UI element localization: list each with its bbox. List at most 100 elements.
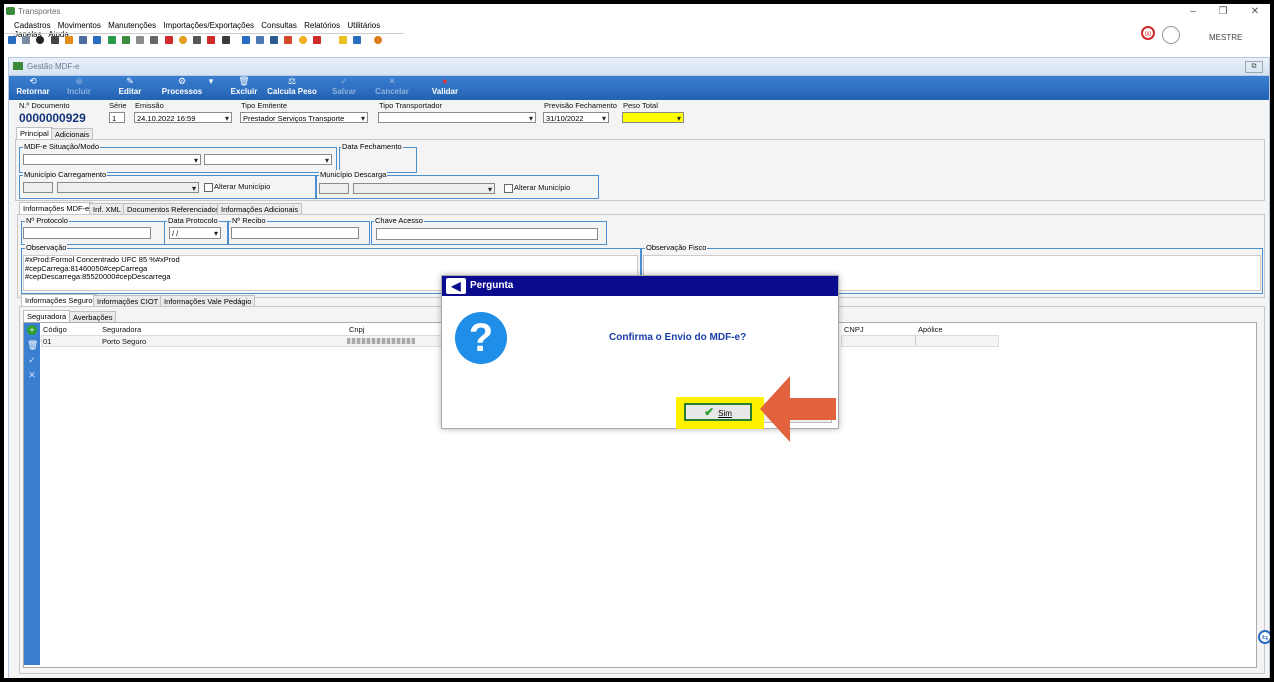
restore-button[interactable]: ❐	[1208, 5, 1238, 19]
menu-relatorios[interactable]: Relatórios	[304, 21, 340, 30]
menu-movimentos[interactable]: Movimentos	[58, 21, 101, 30]
chart-bar-icon[interactable]	[284, 35, 293, 44]
truck-icon[interactable]	[50, 35, 59, 44]
validar-label: Validar	[431, 87, 459, 96]
calcula-peso-button[interactable]: ⚖ Calcula Peso	[267, 76, 317, 100]
data-protocolo-value: / /	[172, 229, 179, 238]
retornar-button[interactable]: ⟲ Retornar	[15, 76, 51, 100]
tab-informacoes-seguro[interactable]: Informações Seguro	[21, 294, 97, 306]
tab-informacoes-mdfe[interactable]: Informações MDF-e	[19, 202, 94, 214]
salvar-button[interactable]: ✓ Salvar	[329, 76, 359, 100]
calc-icon[interactable]	[241, 35, 250, 44]
municipio-descarga-label: Município Descarga	[319, 170, 388, 179]
clock-icon[interactable]	[178, 35, 187, 44]
menu-importacoes[interactable]: Importações/Exportações	[163, 21, 254, 30]
scale-icon[interactable]	[136, 35, 145, 44]
municipio-carregamento-select[interactable]	[57, 182, 199, 194]
mic-icon[interactable]	[164, 35, 173, 44]
alterar-municipio-carregamento-checkbox[interactable]	[204, 183, 213, 192]
tipo-emitente-select[interactable]: Prestador Serviços Transporte	[240, 112, 368, 124]
power-icon[interactable]	[373, 35, 382, 44]
table-row[interactable]	[841, 335, 999, 347]
close-button[interactable]: ✕	[1240, 5, 1270, 19]
n-recibo-label: Nº Recibo	[231, 216, 267, 225]
tab-principal[interactable]: Principal	[16, 127, 53, 139]
sim-button[interactable]: ✔ Sim	[684, 403, 752, 421]
user-avatar-icon[interactable]	[1162, 26, 1180, 44]
municipio-carregamento-code[interactable]	[23, 182, 53, 193]
menu-consultas[interactable]: Consultas	[261, 21, 297, 30]
mdfe-situacao-select[interactable]	[23, 154, 201, 166]
list-icon[interactable]	[79, 35, 88, 44]
tipo-emitente-label: Tipo Emitente	[241, 101, 287, 110]
cancelar-button[interactable]: ✕ Cancelar	[375, 76, 409, 100]
disc-icon[interactable]	[36, 35, 45, 44]
processos-dropdown[interactable]: ▾	[207, 76, 215, 100]
observacao-label: Observação	[25, 243, 68, 252]
n-recibo-input[interactable]	[231, 227, 359, 239]
bank-icon[interactable]	[270, 35, 279, 44]
previsao-fechamento-label: Previsão Fechamento	[544, 101, 617, 110]
chevron-down-icon: ▾	[208, 76, 214, 86]
chave-acesso-input[interactable]	[376, 228, 598, 240]
table-icon[interactable]	[255, 35, 264, 44]
chart-icon[interactable]	[121, 35, 130, 44]
report-icon[interactable]	[312, 35, 321, 44]
previsao-fechamento-input[interactable]: 31/10/2022	[543, 112, 609, 124]
incluir-button[interactable]: ⊕ Incluir	[63, 76, 95, 100]
add-row-icon[interactable]: +	[27, 325, 37, 335]
emissao-value: 24.10.2022 16:59	[137, 114, 196, 123]
municipio-carregamento-label: Município Carregamento	[23, 170, 108, 179]
excluir-label: Excluir	[230, 87, 258, 96]
window-title: Gestão MDF-e	[27, 62, 80, 71]
emissao-input[interactable]: 24.10.2022 16:59	[134, 112, 232, 124]
excluir-button[interactable]: 🗑 Excluir	[229, 76, 259, 100]
serie-input[interactable]: 1	[109, 112, 125, 123]
data-protocolo-input[interactable]: / /	[169, 227, 221, 239]
alterar-municipio-carregamento-label: Alterar Município	[214, 182, 271, 191]
menu-cadastros[interactable]: Cadastros	[14, 21, 50, 30]
processos-button[interactable]: ⚙ Processos	[159, 76, 205, 100]
folder-icon[interactable]	[8, 35, 16, 44]
tab-seguradora[interactable]: Seguradora	[23, 310, 71, 322]
doc-icon[interactable]	[93, 35, 102, 44]
car-icon[interactable]	[193, 35, 202, 44]
scroll-sync-icon[interactable]: ⇆	[1258, 630, 1270, 644]
scale-icon: ⚖	[287, 76, 297, 86]
confirm-row-icon[interactable]: ✓	[27, 355, 37, 365]
notification-count: 00	[1144, 32, 1152, 38]
box-icon[interactable]	[64, 35, 73, 44]
smile-icon[interactable]	[298, 35, 307, 44]
trash-row-icon[interactable]: 🗑	[27, 340, 38, 350]
cancel-row-icon[interactable]: ✕	[27, 370, 37, 380]
municipio-descarga-code[interactable]	[319, 183, 349, 194]
editar-label: Editar	[118, 87, 142, 96]
alterar-municipio-descarga-checkbox[interactable]	[504, 184, 513, 193]
validar-button[interactable]: ● Validar	[429, 76, 461, 100]
peso-total-input[interactable]	[622, 112, 684, 124]
cancel-icon: ✕	[388, 76, 396, 86]
mdfe-modo-select[interactable]	[204, 154, 332, 166]
window-icon[interactable]	[353, 35, 362, 44]
window-restore-button[interactable]: ⧉	[1245, 61, 1263, 73]
printer-icon[interactable]	[150, 35, 159, 44]
arrow-icon[interactable]	[221, 35, 230, 44]
menu-utilitarios[interactable]: Utilitários	[347, 21, 380, 30]
municipio-descarga-select[interactable]	[353, 183, 495, 195]
column-divider	[915, 335, 916, 345]
emissao-label: Emissão	[135, 101, 164, 110]
tools-icon[interactable]	[22, 35, 31, 44]
notification-bell-icon[interactable]: 00	[1141, 26, 1155, 40]
incluir-label: Incluir	[66, 87, 91, 96]
refresh-icon[interactable]	[107, 35, 116, 44]
tipo-transportador-select[interactable]	[378, 112, 536, 124]
column-codigo: Código	[43, 325, 67, 334]
minimize-button[interactable]: –	[1178, 5, 1208, 19]
star-icon[interactable]	[339, 35, 348, 44]
row-seguradora: Porto Seguro	[102, 337, 147, 346]
app-logo-icon: ◀	[446, 278, 466, 294]
n-protocolo-input[interactable]	[23, 227, 151, 239]
tag-icon[interactable]	[207, 35, 216, 44]
editar-button[interactable]: ✎ Editar	[115, 76, 145, 100]
menu-manutencoes[interactable]: Manutenções	[108, 21, 156, 30]
